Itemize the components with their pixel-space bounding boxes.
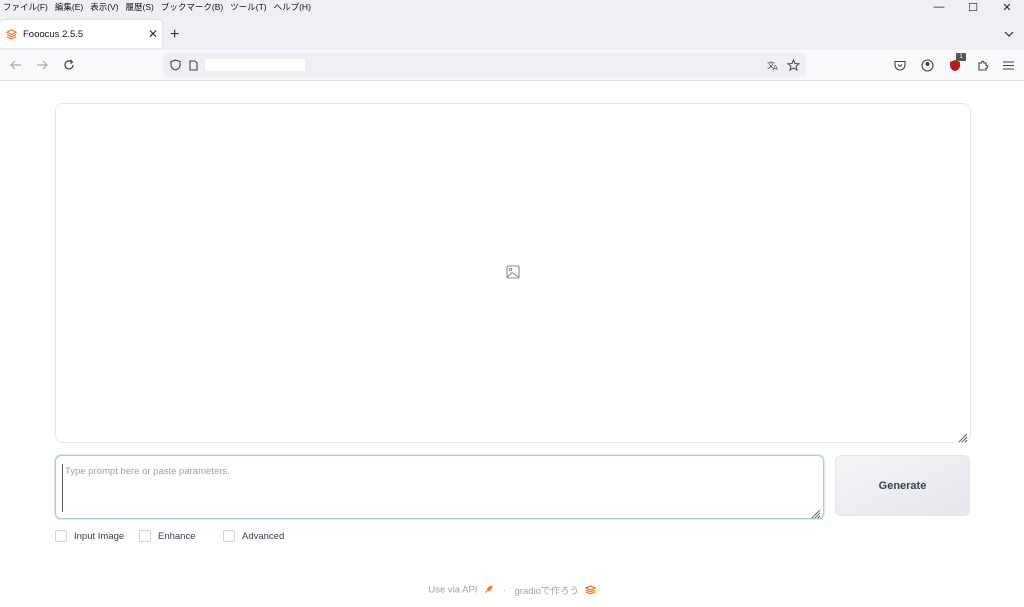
prompt-box	[55, 455, 824, 519]
input-image-checkbox[interactable]	[55, 530, 67, 542]
footer-separator: ·	[502, 584, 506, 596]
image-output-area	[55, 103, 971, 443]
advanced-checkbox[interactable]	[223, 530, 235, 542]
enhance-label: Enhance	[158, 530, 196, 542]
hamburger-menu-icon[interactable]	[999, 56, 1017, 74]
advanced-option[interactable]: Advanced	[223, 530, 284, 542]
minimize-button[interactable]: —	[922, 0, 956, 14]
reload-icon[interactable]	[60, 56, 78, 74]
url-bar[interactable]: 文A	[163, 53, 806, 77]
back-arrow-icon[interactable]	[7, 56, 25, 74]
gradio-logo-icon	[582, 585, 597, 596]
maximize-button[interactable]: ☐	[956, 0, 990, 14]
nav-toolbar: 文A 1	[0, 50, 1024, 81]
menu-bookmarks[interactable]: ブックマーク(B)	[158, 1, 227, 13]
pocket-icon[interactable]	[891, 56, 909, 74]
generate-button[interactable]: Generate	[835, 455, 970, 516]
svg-text:A: A	[773, 64, 778, 71]
menu-help[interactable]: ヘルプ(H)	[271, 1, 315, 13]
ublock-extension-icon[interactable]: 1	[946, 53, 966, 74]
tab-close-icon[interactable]: ✕	[144, 27, 162, 41]
new-tab-button[interactable]: +	[170, 26, 179, 44]
bookmark-star-icon[interactable]	[786, 58, 800, 72]
tab-strip: Fooocus 2.5.5 ✕ +	[0, 14, 1024, 50]
advanced-label: Advanced	[242, 530, 285, 542]
forward-arrow-icon[interactable]	[33, 56, 51, 74]
menu-tools[interactable]: ツール(T)	[227, 1, 270, 13]
tracking-shield-icon[interactable]	[168, 58, 182, 72]
input-image-label: Input Image	[74, 530, 125, 542]
tab-fooocus[interactable]: Fooocus 2.5.5 ✕	[0, 20, 162, 48]
fooocus-favicon-icon	[6, 28, 18, 40]
rocket-icon	[480, 585, 497, 596]
extensions-puzzle-icon[interactable]	[974, 56, 992, 74]
tab-title: Fooocus 2.5.5	[23, 28, 84, 40]
made-with-gradio-link[interactable]: gradioで作ろう	[515, 586, 579, 597]
menu-history[interactable]: 履歴(S)	[123, 1, 158, 13]
menu-file[interactable]: ファイル(F)	[0, 1, 52, 13]
window-controls: — ☐ ✕	[922, 0, 1024, 14]
footer: Use via API · gradioで作ろう	[0, 583, 1024, 597]
use-via-api-link[interactable]: Use via API	[428, 585, 477, 596]
page-info-icon[interactable]	[186, 58, 200, 72]
image-placeholder-icon	[506, 265, 522, 281]
menu-edit[interactable]: 編集(E)	[52, 1, 87, 13]
input-image-option[interactable]: Input Image	[55, 530, 124, 542]
account-icon[interactable]	[918, 56, 936, 74]
prompt-input[interactable]	[62, 464, 807, 512]
translate-icon[interactable]: 文A	[766, 58, 780, 72]
enhance-option[interactable]: Enhance	[139, 530, 196, 542]
extension-badge: 1	[956, 53, 966, 61]
url-text-redacted[interactable]	[205, 59, 305, 71]
list-tabs-chevron-icon[interactable]	[1004, 28, 1014, 40]
enhance-checkbox[interactable]	[139, 530, 151, 542]
prompt-resize-handle-icon[interactable]	[811, 506, 821, 519]
menubar: ファイル(F) 編集(E) 表示(V) 履歴(S) ブックマーク(B) ツール(…	[0, 0, 1024, 14]
resize-handle-icon[interactable]	[958, 430, 968, 443]
menu-view[interactable]: 表示(V)	[87, 1, 122, 13]
close-window-button[interactable]: ✕	[990, 0, 1024, 14]
